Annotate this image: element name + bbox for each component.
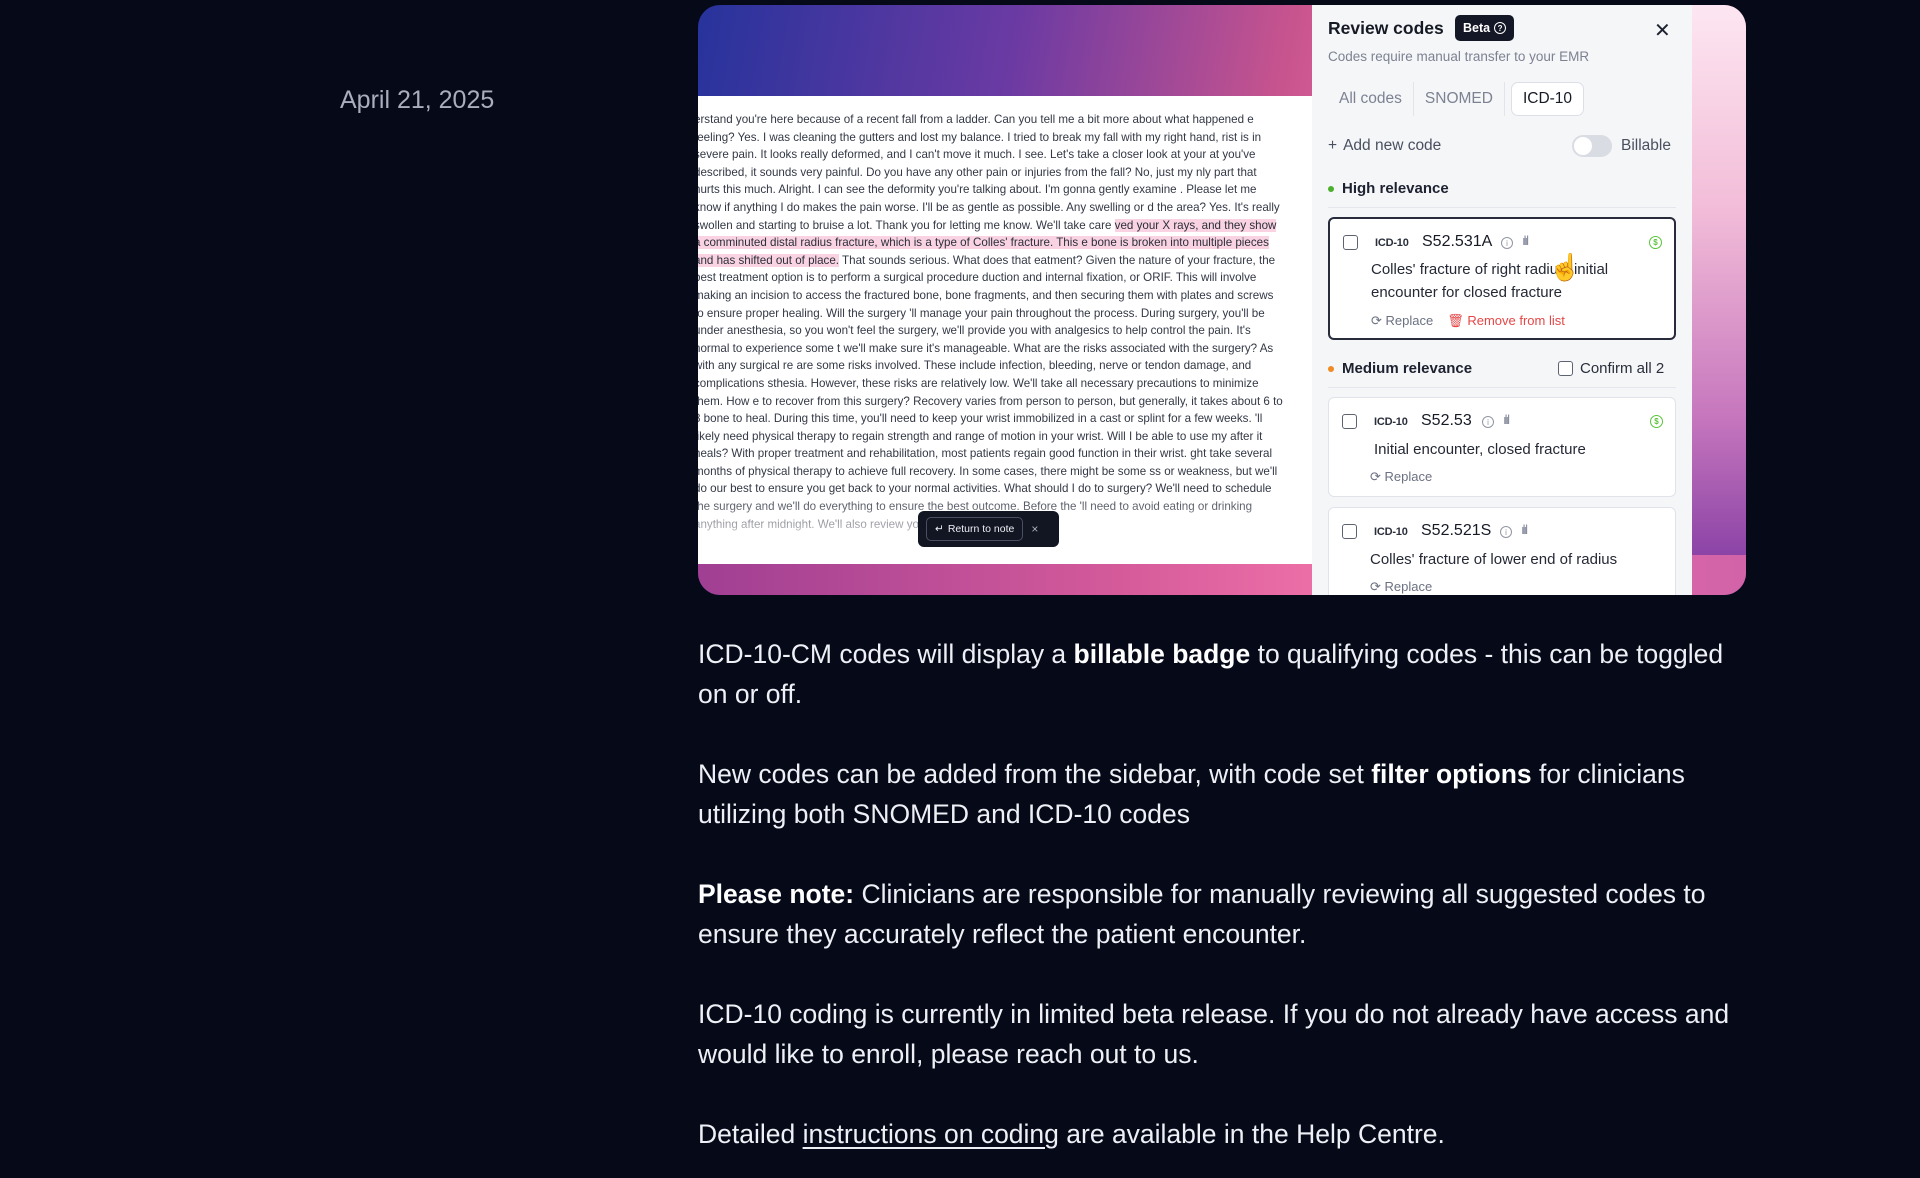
divider	[1328, 207, 1676, 208]
code-card[interactable]: ICD-10 S52.521S i ılıl Colles' fracture …	[1328, 507, 1676, 595]
text: New codes can be added from the sidebar,…	[698, 759, 1372, 789]
code-description: Colles' fracture of lower end of radius	[1370, 551, 1618, 568]
code-description: Colles' fracture of right radius, initia…	[1371, 261, 1609, 301]
toast-close-icon[interactable]: ×	[1031, 522, 1038, 536]
bold-text: filter options	[1371, 759, 1532, 789]
remove-from-list-button[interactable]: 🗑 Remove from list	[1447, 313, 1565, 329]
beta-label: Beta	[1463, 21, 1491, 35]
billable-toggle[interactable]	[1572, 135, 1612, 157]
review-title: Review codes	[1328, 18, 1444, 38]
transcript-after: That sounds serious. What does that eatm…	[698, 253, 1283, 531]
text: are available in the Help Centre.	[1058, 1119, 1445, 1149]
code-card[interactable]: ICD-10 S52.531A i ılıl $ Colles' fractur…	[1328, 217, 1676, 340]
high-relevance-dot	[1328, 185, 1334, 192]
code-actions: ⟳ Replace 🗑 Remove from list	[1371, 313, 1565, 329]
medium-relevance-label: Medium relevance	[1342, 360, 1473, 377]
code-description: Initial encounter, closed fracture	[1374, 441, 1586, 458]
add-new-code-button[interactable]: + Add new code	[1328, 137, 1441, 155]
code-set-tabs: All codes SNOMED ICD-10	[1328, 82, 1585, 116]
bold-text: billable badge	[1073, 639, 1251, 669]
high-relevance-label: High relevance	[1342, 180, 1449, 197]
replace-button[interactable]: ⟳ Replace	[1370, 469, 1432, 485]
help-icon[interactable]: ?	[1494, 22, 1507, 34]
divider	[1328, 387, 1676, 388]
audio-wave-icon[interactable]: ılıl	[1521, 522, 1528, 537]
return-label: Return to note	[947, 523, 1015, 535]
add-new-code-label: Add new code	[1343, 137, 1442, 154]
info-icon[interactable]: i	[1482, 416, 1494, 428]
billable-icon: $	[1649, 236, 1662, 249]
medium-relevance-dot	[1328, 365, 1334, 372]
toggle-knob	[1574, 137, 1592, 155]
remove-label: Remove from list	[1467, 313, 1565, 328]
plus-icon: +	[1328, 137, 1338, 154]
info-icon[interactable]: i	[1501, 237, 1513, 249]
billable-icon: $	[1650, 415, 1663, 428]
confirm-all-label: Confirm all 2	[1580, 360, 1665, 377]
text: ICD-10-CM codes will display a	[698, 639, 1074, 669]
paragraph-filter: New codes can be added from the sidebar,…	[698, 754, 1748, 834]
code-checkbox[interactable]	[1343, 235, 1358, 250]
beta-badge: Beta ?	[1455, 15, 1515, 41]
paragraph-note: Please note: Clinicians are responsible …	[698, 874, 1748, 954]
tab-all-codes[interactable]: All codes	[1328, 82, 1414, 116]
tab-icd-10[interactable]: ICD-10	[1510, 82, 1585, 116]
text: Detailed	[698, 1119, 803, 1149]
confirm-all-checkbox[interactable]: Confirm all 2	[1558, 360, 1664, 377]
transcript-text: erstand you're here because of a recent …	[698, 111, 1284, 533]
replace-label: Replace	[1384, 579, 1433, 594]
replace-button[interactable]: ⟳ Replace	[1370, 579, 1432, 595]
code-value: S52.531A	[1422, 233, 1493, 250]
audio-wave-icon[interactable]: ılıl	[1503, 412, 1510, 427]
bold-text: Please note:	[698, 879, 855, 909]
code-system-label: ICD-10	[1374, 416, 1408, 428]
code-system-label: ICD-10	[1374, 526, 1408, 538]
return-toast: ↵ Return to note ×	[918, 511, 1059, 547]
gradient-edge	[1692, 5, 1746, 595]
instructions-link[interactable]: instructions on coding	[803, 1119, 1059, 1149]
medium-relevance-heading: Medium relevance	[1328, 360, 1472, 377]
code-card[interactable]: ICD-10 S52.53 i ılıl $ Initial encounter…	[1328, 397, 1676, 497]
return-to-note-button[interactable]: ↵ Return to note	[926, 517, 1024, 541]
review-codes-sidebar: Review codes Beta ? ✕ Codes require manu…	[1312, 5, 1692, 595]
code-value: S52.53	[1421, 412, 1472, 429]
confirm-all-box	[1558, 361, 1573, 376]
review-subtitle: Codes require manual transfer to your EM…	[1328, 49, 1590, 64]
code-checkbox[interactable]	[1342, 524, 1357, 539]
hand-cursor-icon: ☝	[1549, 252, 1582, 282]
replace-label: Replace	[1384, 469, 1433, 484]
code-value: S52.521S	[1421, 522, 1492, 539]
billable-label: Billable	[1621, 137, 1671, 154]
post-date: April 21, 2025	[340, 86, 495, 114]
billable-toggle-group: Billable	[1572, 135, 1671, 157]
tab-snomed[interactable]: SNOMED	[1414, 82, 1505, 116]
audio-wave-icon[interactable]: ılıl	[1522, 233, 1529, 248]
transcript-panel: erstand you're here because of a recent …	[698, 96, 1312, 564]
replace-button[interactable]: ⟳ Replace	[1371, 313, 1433, 329]
code-checkbox[interactable]	[1342, 414, 1357, 429]
code-actions: ⟳ Replace	[1370, 469, 1432, 485]
code-system-label: ICD-10	[1375, 237, 1409, 249]
code-actions: ⟳ Replace	[1370, 579, 1432, 595]
paragraph-billable: ICD-10-CM codes will display a billable …	[698, 634, 1748, 714]
high-relevance-heading: High relevance	[1328, 180, 1449, 197]
transcript-before: erstand you're here because of a recent …	[698, 113, 1280, 232]
feature-screenshot: erstand you're here because of a recent …	[698, 5, 1746, 595]
info-icon[interactable]: i	[1500, 526, 1512, 538]
paragraph-help: Detailed instructions on coding are avai…	[698, 1114, 1748, 1154]
return-icon: ↵	[935, 523, 944, 535]
replace-label: Replace	[1385, 313, 1434, 328]
close-icon[interactable]: ✕	[1654, 18, 1671, 43]
paragraph-beta: ICD-10 coding is currently in limited be…	[698, 999, 1730, 1069]
